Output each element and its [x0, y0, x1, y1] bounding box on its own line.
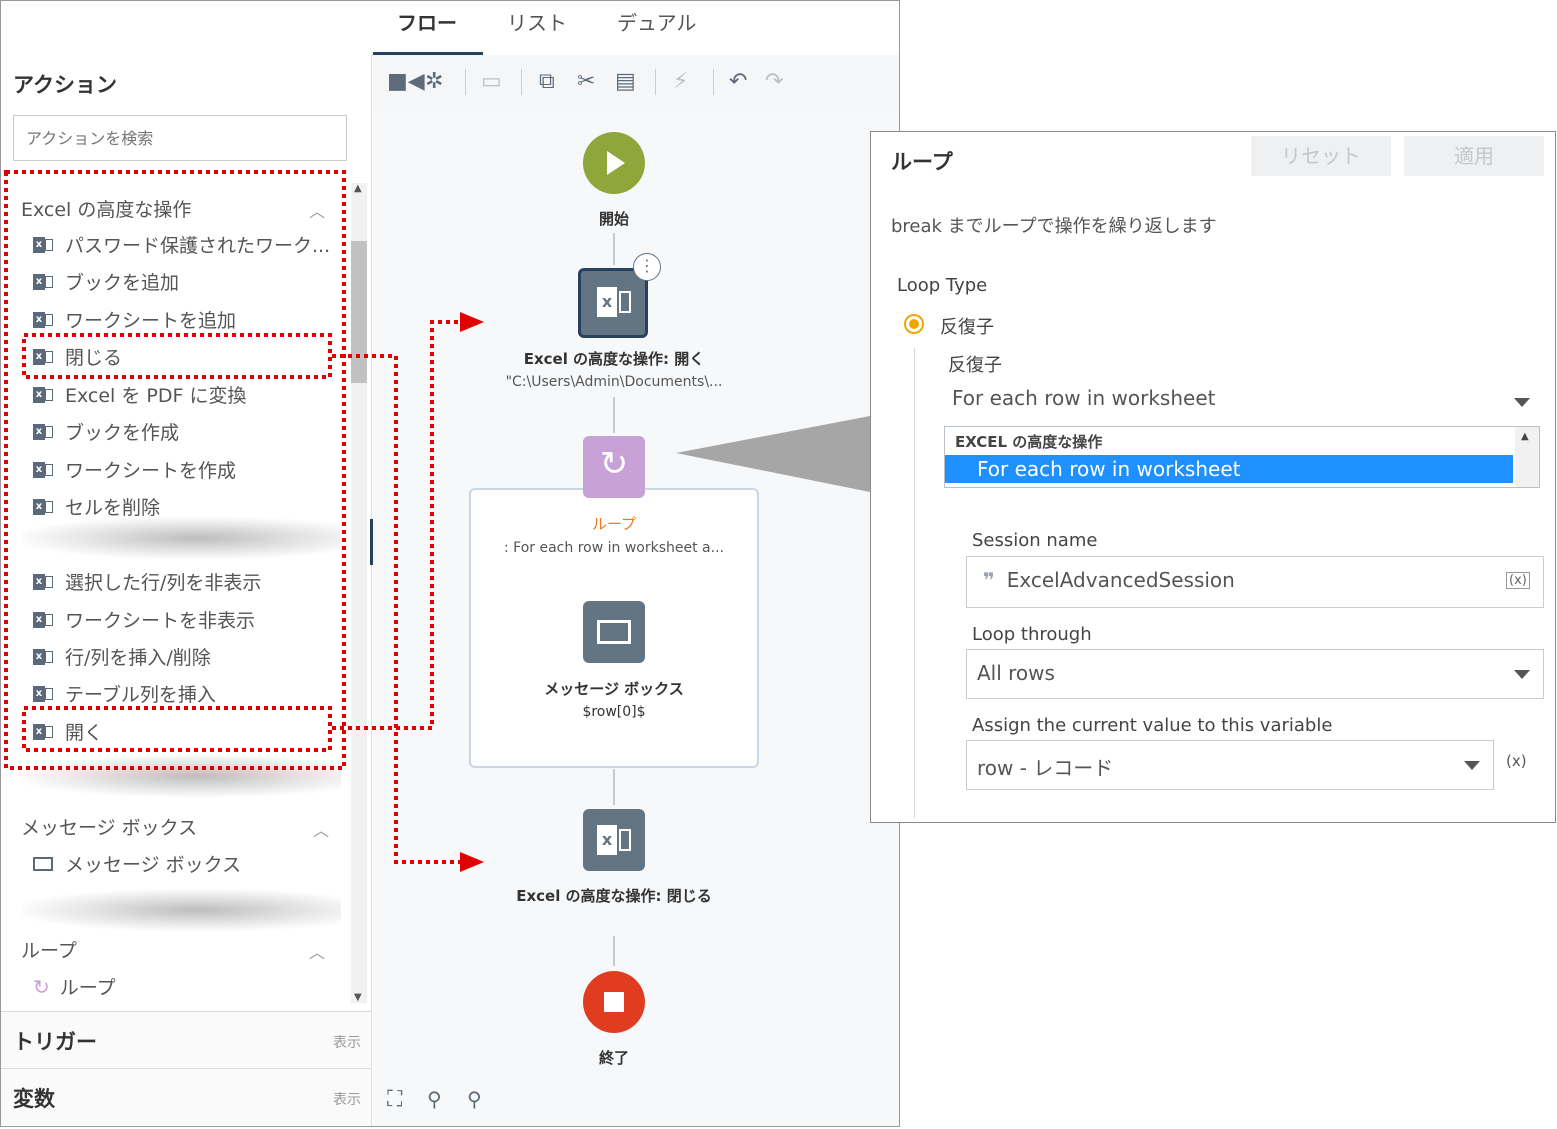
callout-pointer	[676, 416, 870, 492]
session-name-label: Session name	[972, 530, 1098, 551]
assign-variable-label: Assign the current value to this variabl…	[972, 715, 1333, 736]
open-item-highlight	[22, 706, 332, 752]
loop-type-label: Loop Type	[897, 275, 988, 296]
iterator-select[interactable]: For each row in worksheet	[944, 377, 1544, 423]
close-item-highlight	[22, 333, 332, 379]
panel-description: break までループで操作を繰り返します	[891, 216, 1217, 237]
apply-button[interactable]: 適用	[1404, 136, 1544, 176]
iterator-label: 反復子	[948, 355, 1002, 376]
scroll-up-icon[interactable]: ▲	[1521, 431, 1529, 442]
excel-group-highlight	[4, 170, 346, 770]
reset-button[interactable]: リセット	[1251, 136, 1391, 176]
open-arrow-head	[460, 312, 484, 332]
iterator-radio[interactable]	[904, 314, 924, 334]
close-arrow-head	[460, 852, 484, 872]
dropdown-caret-icon[interactable]	[1514, 670, 1530, 679]
dropdown-caret-icon[interactable]	[1514, 398, 1530, 407]
text-quote-icon: ❞	[983, 568, 995, 592]
dropdown-group-header: EXCEL の高度な操作	[955, 433, 1103, 451]
loop-through-label: Loop through	[972, 624, 1092, 645]
variable-picker-icon[interactable]: (x)	[1506, 572, 1530, 589]
dropdown-option-selected[interactable]: For each row in worksheet	[945, 455, 1513, 483]
assign-variable-select[interactable]: row - レコード	[966, 740, 1494, 790]
session-name-field[interactable]: ❞ ExcelAdvancedSession	[966, 556, 1544, 608]
panel-title: ループ	[891, 150, 953, 174]
indent-guide	[914, 348, 915, 818]
iterator-radio-label: 反復子	[940, 317, 994, 338]
iterator-dropdown-list: EXCEL の高度な操作 For each row in worksheet ▲	[944, 426, 1540, 488]
close-arrow-line	[332, 354, 460, 864]
loop-through-select[interactable]: All rows	[966, 649, 1544, 699]
variable-picker-icon[interactable]: (x)	[1506, 752, 1527, 770]
dropdown-caret-icon[interactable]	[1464, 761, 1480, 770]
